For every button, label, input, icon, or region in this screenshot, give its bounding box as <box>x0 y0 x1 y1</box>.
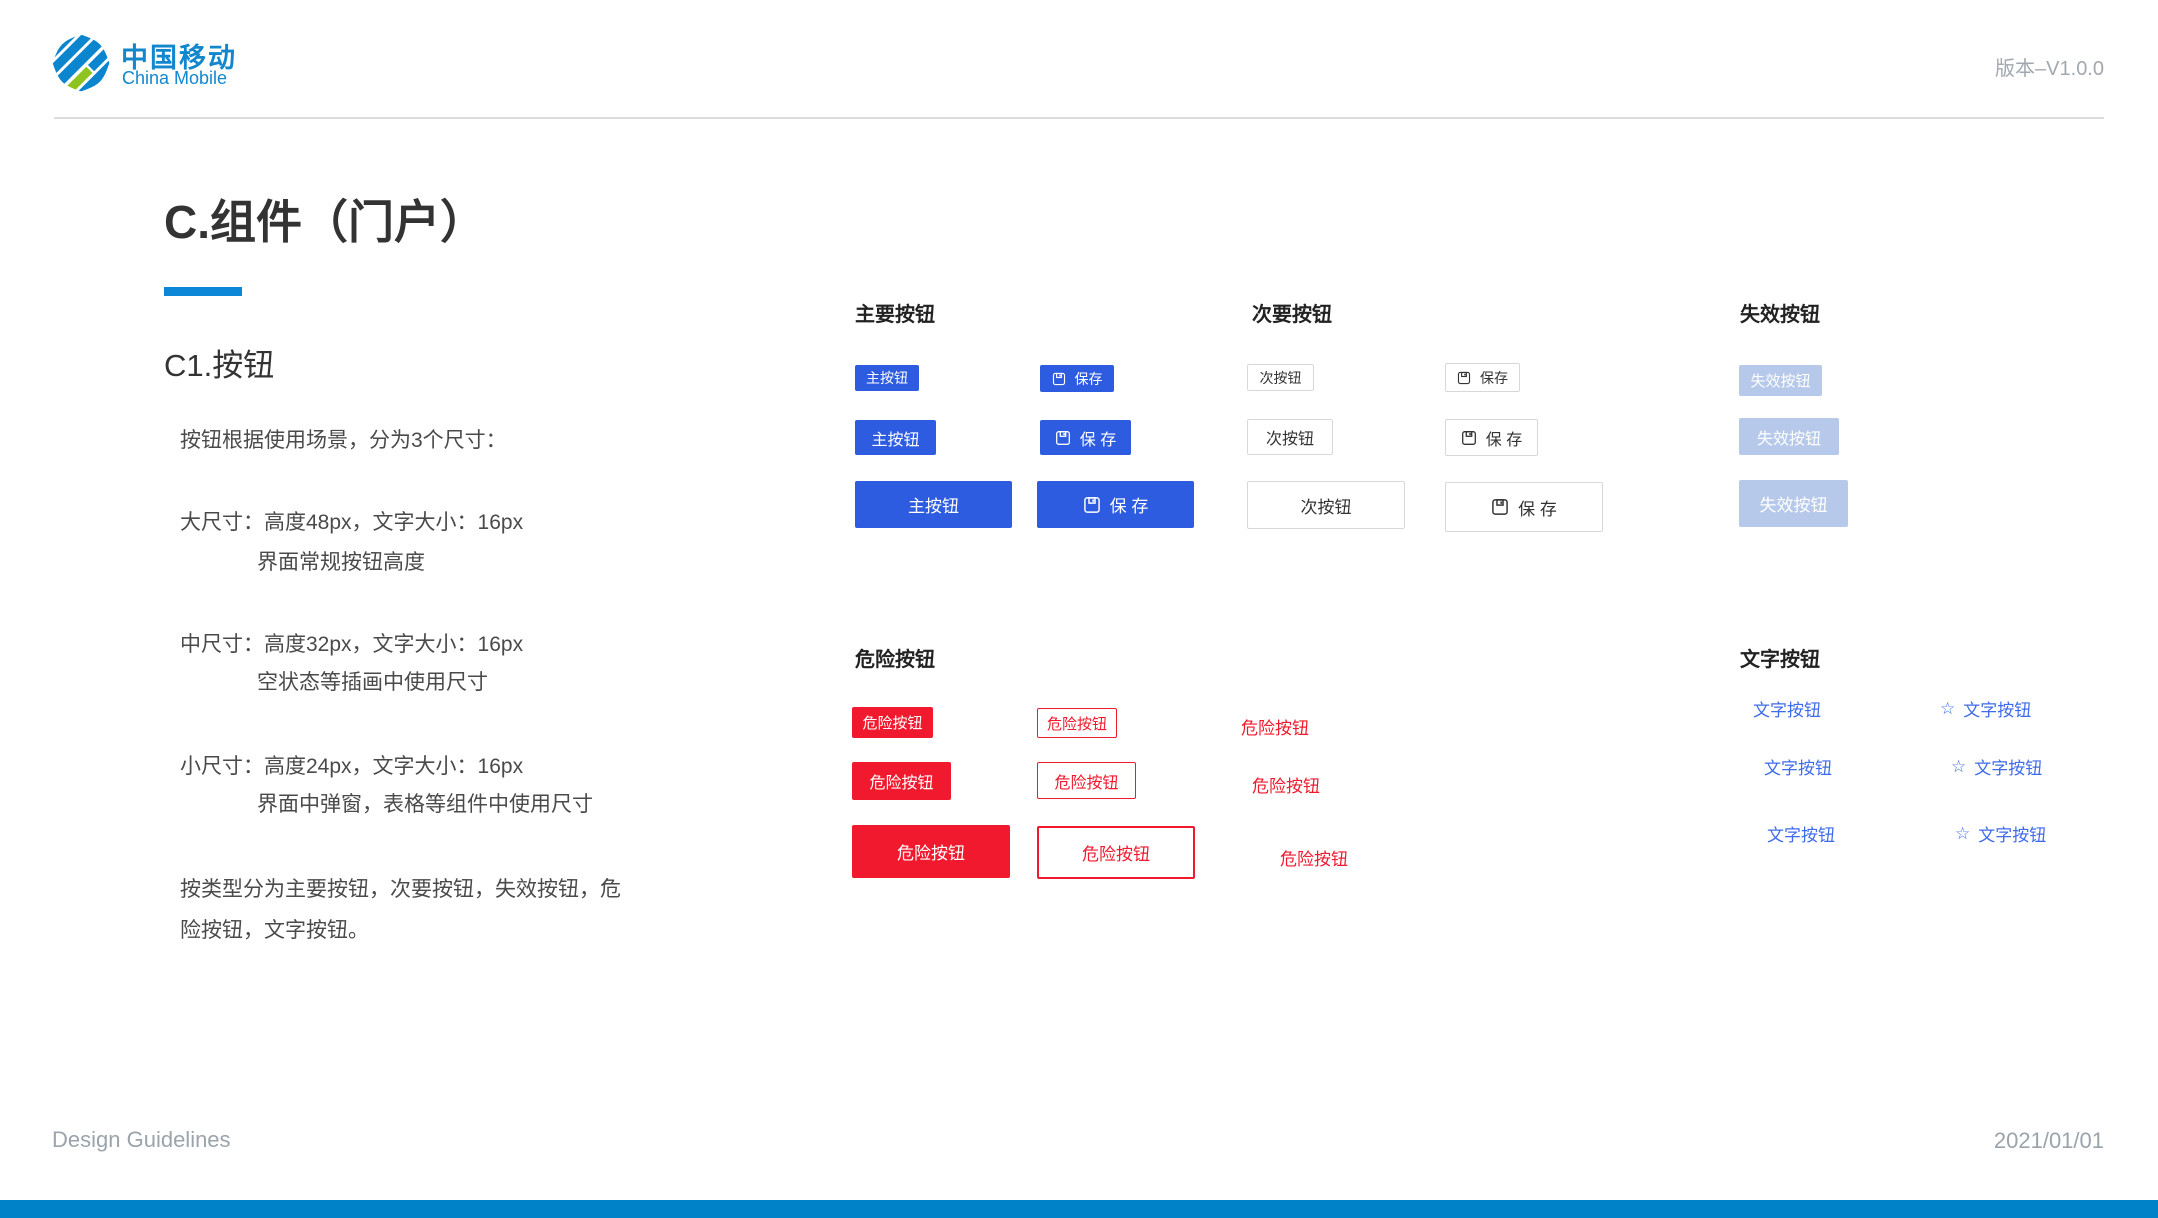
size-large-usage: 界面常规按钮高度 <box>257 546 425 576</box>
design-guidelines-page: 中国移动 China Mobile 版本–V1.0.0 C.组件（门户） C1.… <box>0 0 2158 1218</box>
group-header-text: 文字按钮 <box>1740 643 1820 672</box>
danger-outline-button-large[interactable]: 危险按钮 <box>1037 826 1195 879</box>
text-button-star-large[interactable]: ☆ 文字按钮 <box>1955 821 2046 846</box>
group-header-secondary: 次要按钮 <box>1252 298 1332 327</box>
page-title: C.组件（门户） <box>164 186 486 252</box>
primary-button-large[interactable]: 主按钮 <box>855 481 1012 528</box>
china-mobile-logo-icon <box>52 34 110 97</box>
section-title: C1.按钮 <box>164 340 274 385</box>
secondary-button-large[interactable]: 次按钮 <box>1247 481 1405 529</box>
danger-text-button-small[interactable]: 危险按钮 <box>1241 714 1309 739</box>
save-button-label: 保 存 <box>1110 492 1149 517</box>
save-button-label: 保 存 <box>1518 495 1557 520</box>
primary-button-small[interactable]: 主按钮 <box>855 365 919 391</box>
header-divider <box>54 117 2104 119</box>
text-button-label: 文字按钮 <box>1963 696 2031 721</box>
types-text-line2: 险按钮，文字按钮。 <box>180 914 369 944</box>
save-icon <box>1055 430 1071 446</box>
primary-save-button-medium[interactable]: 保 存 <box>1040 420 1131 455</box>
logo-text-en: China Mobile <box>122 68 227 89</box>
title-accent-bar <box>164 287 242 296</box>
size-medium-spec: 中尺寸：高度32px，文字大小：16px <box>180 628 523 658</box>
secondary-button-small[interactable]: 次按钮 <box>1247 364 1314 391</box>
size-small-spec: 小尺寸：高度24px，文字大小：16px <box>180 750 523 780</box>
danger-button-small[interactable]: 危险按钮 <box>852 707 933 738</box>
danger-text-button-large[interactable]: 危险按钮 <box>1280 845 1348 870</box>
primary-button-medium[interactable]: 主按钮 <box>855 420 936 455</box>
text-button-star-medium[interactable]: ☆ 文字按钮 <box>1951 754 2042 779</box>
group-header-danger: 危险按钮 <box>855 643 935 672</box>
secondary-save-button-medium[interactable]: 保 存 <box>1445 419 1538 456</box>
size-small-usage: 界面中弹窗，表格等组件中使用尺寸 <box>257 788 593 818</box>
save-icon <box>1083 496 1101 514</box>
size-medium-usage: 空状态等插画中使用尺寸 <box>257 666 488 696</box>
save-icon <box>1491 498 1509 516</box>
secondary-save-button-small[interactable]: 保存 <box>1445 363 1520 392</box>
save-button-label: 保 存 <box>1486 426 1522 450</box>
danger-text-button-medium[interactable]: 危险按钮 <box>1252 772 1320 797</box>
group-header-disabled: 失效按钮 <box>1740 298 1820 327</box>
danger-outline-button-medium[interactable]: 危险按钮 <box>1037 762 1136 799</box>
footer-title: Design Guidelines <box>52 1127 231 1153</box>
secondary-save-button-large[interactable]: 保 存 <box>1445 482 1603 532</box>
disabled-button-medium[interactable]: 失效按钮 <box>1739 418 1839 455</box>
star-outline-icon: ☆ <box>1951 757 1966 777</box>
danger-button-medium[interactable]: 危险按钮 <box>852 762 951 800</box>
text-button-star-small[interactable]: ☆ 文字按钮 <box>1940 696 2031 721</box>
star-outline-icon: ☆ <box>1955 824 1970 844</box>
danger-button-large[interactable]: 危险按钮 <box>852 825 1010 878</box>
text-button-label: 文字按钮 <box>1978 821 2046 846</box>
version-label: 版本–V1.0.0 <box>1995 52 2104 81</box>
disabled-button-large[interactable]: 失效按钮 <box>1739 480 1848 527</box>
text-button-large[interactable]: 文字按钮 <box>1767 821 1835 846</box>
types-text-line1: 按类型分为主要按钮，次要按钮，失效按钮，危 <box>180 873 621 903</box>
disabled-button-small[interactable]: 失效按钮 <box>1739 365 1822 396</box>
save-icon <box>1461 430 1477 446</box>
secondary-button-medium[interactable]: 次按钮 <box>1247 419 1333 455</box>
star-outline-icon: ☆ <box>1940 699 1955 719</box>
size-large-spec: 大尺寸：高度48px，文字大小：16px <box>180 506 523 536</box>
primary-save-button-large[interactable]: 保 存 <box>1037 481 1194 528</box>
danger-outline-button-small[interactable]: 危险按钮 <box>1037 708 1117 738</box>
footer-date: 2021/01/01 <box>1994 1128 2104 1154</box>
save-button-label: 保存 <box>1480 368 1508 388</box>
intro-text: 按钮根据使用场景，分为3个尺寸： <box>180 424 507 454</box>
text-button-label: 文字按钮 <box>1974 754 2042 779</box>
group-header-primary: 主要按钮 <box>855 298 935 327</box>
text-button-small[interactable]: 文字按钮 <box>1753 696 1821 721</box>
primary-save-button-small[interactable]: 保存 <box>1040 365 1114 392</box>
save-icon <box>1457 371 1471 385</box>
save-icon <box>1052 372 1066 386</box>
text-button-medium[interactable]: 文字按钮 <box>1764 754 1832 779</box>
footer-accent-bar <box>0 1200 2158 1218</box>
save-button-label: 保存 <box>1075 369 1103 389</box>
save-button-label: 保 存 <box>1080 426 1116 450</box>
